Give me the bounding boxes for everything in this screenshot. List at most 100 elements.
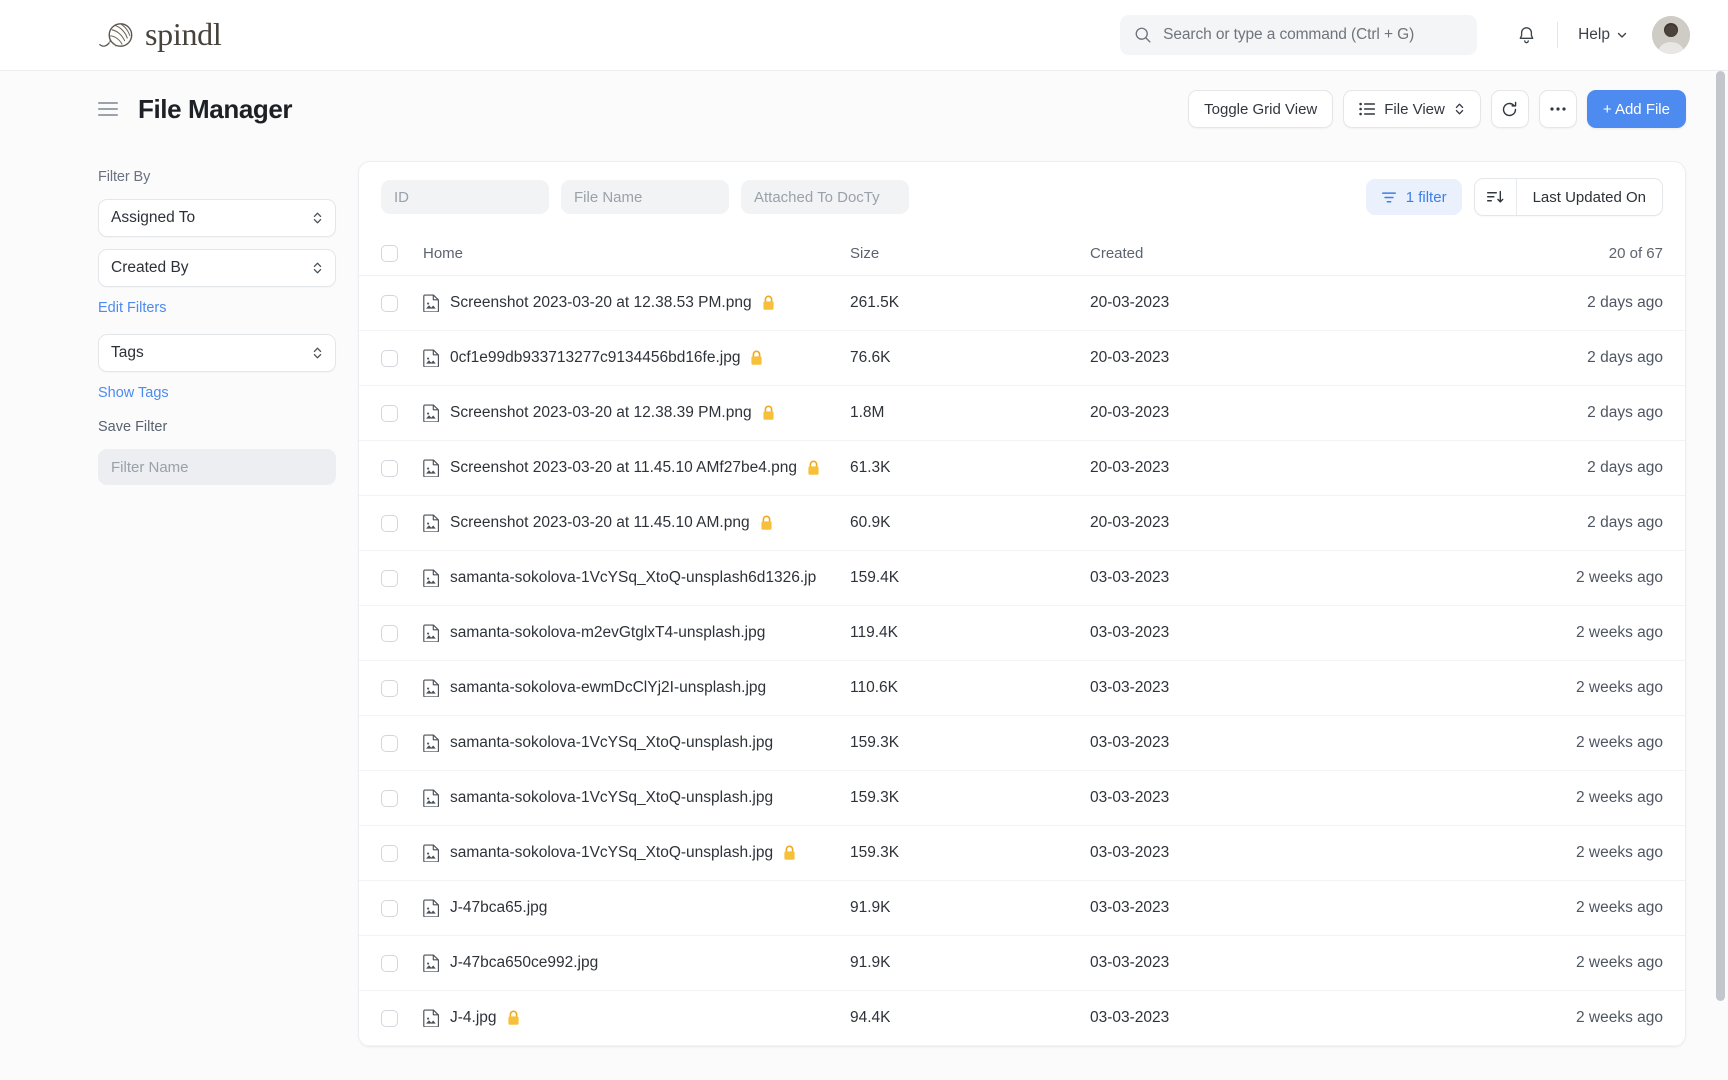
file-size-cell: 159.3K <box>850 789 1090 807</box>
file-size-cell: 159.3K <box>850 734 1090 752</box>
row-checkbox[interactable] <box>381 460 398 477</box>
table-row[interactable]: samanta-sokolova-1VcYSq_XtoQ-unsplash.jp… <box>359 826 1685 881</box>
file-table-body: Screenshot 2023-03-20 at 12.38.53 PM.png… <box>359 276 1685 1046</box>
row-checkbox[interactable] <box>381 515 398 532</box>
image-file-icon <box>423 789 440 807</box>
image-file-icon <box>423 844 440 862</box>
table-row[interactable]: Screenshot 2023-03-20 at 12.38.39 PM.png… <box>359 386 1685 441</box>
edit-filters-link[interactable]: Edit Filters <box>98 300 167 316</box>
chevron-up-down-icon <box>312 345 323 361</box>
file-name-text: J-47bca650ce992.jpg <box>450 954 598 972</box>
row-checkbox[interactable] <box>381 570 398 587</box>
table-row[interactable]: samanta-sokolova-ewmDcClYj2I-unsplash.jp… <box>359 661 1685 716</box>
row-checkbox[interactable] <box>381 405 398 422</box>
table-row[interactable]: J-4.jpg94.4K03-03-20232 weeks ago <box>359 991 1685 1046</box>
chevron-up-down-icon <box>312 260 323 276</box>
file-name-cell[interactable]: Screenshot 2023-03-20 at 12.38.39 PM.png <box>423 404 850 422</box>
row-checkbox[interactable] <box>381 955 398 972</box>
table-row[interactable]: J-47bca650ce992.jpg91.9K03-03-20232 week… <box>359 936 1685 991</box>
image-file-icon <box>423 569 440 587</box>
add-file-button[interactable]: + Add File <box>1587 90 1686 128</box>
id-filter-input[interactable]: ID <box>381 180 549 214</box>
lock-icon <box>807 460 820 476</box>
row-checkbox[interactable] <box>381 350 398 367</box>
file-view-button[interactable]: File View <box>1343 90 1481 128</box>
bell-icon <box>1516 25 1537 46</box>
table-row[interactable]: J-47bca65.jpg91.9K03-03-20232 weeks ago <box>359 881 1685 936</box>
row-checkbox[interactable] <box>381 845 398 862</box>
row-checkbox[interactable] <box>381 790 398 807</box>
column-header-name[interactable]: Home <box>423 245 850 262</box>
hamburger-icon[interactable] <box>98 102 118 116</box>
sort-field-label[interactable]: Last Updated On <box>1517 179 1662 215</box>
brand-logo[interactable]: spindl <box>98 18 221 53</box>
image-file-icon <box>423 954 440 972</box>
assigned-to-select[interactable]: Assigned To <box>98 199 336 237</box>
filter-name-input[interactable]: Filter Name <box>98 449 336 485</box>
file-created-cell: 20-03-2023 <box>1090 404 1460 422</box>
hamburger-line <box>98 108 118 110</box>
navbar-right-group: Search or type a command (Ctrl + G) Help <box>1120 15 1690 55</box>
file-name-cell[interactable]: samanta-sokolova-m2evGtglxT4-unsplash.jp… <box>423 624 850 642</box>
assigned-to-label: Assigned To <box>111 209 195 227</box>
table-row[interactable]: samanta-sokolova-1VcYSq_XtoQ-unsplash6d1… <box>359 551 1685 606</box>
file-name-cell[interactable]: samanta-sokolova-1VcYSq_XtoQ-unsplash.jp… <box>423 734 850 752</box>
row-checkbox[interactable] <box>381 1010 398 1027</box>
column-header-created[interactable]: Created <box>1090 245 1460 262</box>
user-avatar[interactable] <box>1652 16 1690 54</box>
search-input[interactable]: Search or type a command (Ctrl + G) <box>1120 15 1477 55</box>
file-name-cell[interactable]: 0cf1e99db933713277c9134456bd16fe.jpg <box>423 349 850 367</box>
row-checkbox[interactable] <box>381 735 398 752</box>
file-name-filter-input[interactable]: File Name <box>561 180 729 214</box>
file-name-cell[interactable]: Screenshot 2023-03-20 at 11.45.10 AMf27b… <box>423 459 850 477</box>
help-menu-button[interactable]: Help <box>1570 20 1636 50</box>
row-checkbox[interactable] <box>381 900 398 917</box>
file-name-text: samanta-sokolova-1VcYSq_XtoQ-unsplash.jp… <box>450 734 773 752</box>
file-size-cell: 159.3K <box>850 844 1090 862</box>
table-row[interactable]: Screenshot 2023-03-20 at 11.45.10 AM.png… <box>359 496 1685 551</box>
show-tags-link[interactable]: Show Tags <box>98 385 169 401</box>
page-scrollbar-thumb[interactable] <box>1716 71 1725 1001</box>
select-all-checkbox[interactable] <box>381 245 398 262</box>
file-updated-cell: 2 weeks ago <box>1460 844 1663 862</box>
lock-icon <box>507 1010 520 1026</box>
file-name-cell[interactable]: samanta-sokolova-ewmDcClYj2I-unsplash.jp… <box>423 679 850 697</box>
row-checkbox[interactable] <box>381 625 398 642</box>
file-name-cell[interactable]: J-4.jpg <box>423 1009 850 1027</box>
file-created-cell: 03-03-2023 <box>1090 789 1460 807</box>
table-row[interactable]: Screenshot 2023-03-20 at 11.45.10 AMf27b… <box>359 441 1685 496</box>
file-name-cell[interactable]: Screenshot 2023-03-20 at 12.38.53 PM.png <box>423 294 850 312</box>
tags-select[interactable]: Tags <box>98 334 336 372</box>
table-row[interactable]: samanta-sokolova-1VcYSq_XtoQ-unsplash.jp… <box>359 771 1685 826</box>
attached-to-doctype-filter-input[interactable]: Attached To DocTy <box>741 180 909 214</box>
created-by-select[interactable]: Created By <box>98 249 336 287</box>
file-created-cell: 03-03-2023 <box>1090 734 1460 752</box>
more-options-button[interactable] <box>1539 90 1577 128</box>
table-row[interactable]: samanta-sokolova-1VcYSq_XtoQ-unsplash.jp… <box>359 716 1685 771</box>
refresh-button[interactable] <box>1491 90 1529 128</box>
file-updated-cell: 2 weeks ago <box>1460 569 1663 587</box>
lock-icon <box>760 515 773 531</box>
row-checkbox[interactable] <box>381 680 398 697</box>
file-name-text: 0cf1e99db933713277c9134456bd16fe.jpg <box>450 349 740 367</box>
table-row[interactable]: samanta-sokolova-m2evGtglxT4-unsplash.jp… <box>359 606 1685 661</box>
table-row[interactable]: Screenshot 2023-03-20 at 12.38.53 PM.png… <box>359 276 1685 331</box>
file-name-cell[interactable]: Screenshot 2023-03-20 at 11.45.10 AM.png <box>423 514 850 532</box>
sort-direction-button[interactable] <box>1475 179 1517 215</box>
file-name-cell[interactable]: J-47bca650ce992.jpg <box>423 954 850 972</box>
column-header-size[interactable]: Size <box>850 245 1090 262</box>
row-checkbox[interactable] <box>381 295 398 312</box>
file-name-cell[interactable]: samanta-sokolova-1VcYSq_XtoQ-unsplash6d1… <box>423 569 850 587</box>
file-size-cell: 91.9K <box>850 899 1090 917</box>
table-row[interactable]: 0cf1e99db933713277c9134456bd16fe.jpg76.6… <box>359 331 1685 386</box>
file-created-cell: 03-03-2023 <box>1090 624 1460 642</box>
notifications-button[interactable] <box>1507 16 1545 54</box>
file-name-text: samanta-sokolova-1VcYSq_XtoQ-unsplash6d1… <box>450 569 816 587</box>
file-name-cell[interactable]: samanta-sokolova-1VcYSq_XtoQ-unsplash.jp… <box>423 844 850 862</box>
active-filter-chip[interactable]: 1 filter <box>1366 179 1462 215</box>
file-name-cell[interactable]: samanta-sokolova-1VcYSq_XtoQ-unsplash.jp… <box>423 789 850 807</box>
toggle-grid-view-button[interactable]: Toggle Grid View <box>1188 90 1333 128</box>
file-updated-cell: 2 weeks ago <box>1460 789 1663 807</box>
file-name-cell[interactable]: J-47bca65.jpg <box>423 899 850 917</box>
sort-control[interactable]: Last Updated On <box>1474 178 1663 216</box>
